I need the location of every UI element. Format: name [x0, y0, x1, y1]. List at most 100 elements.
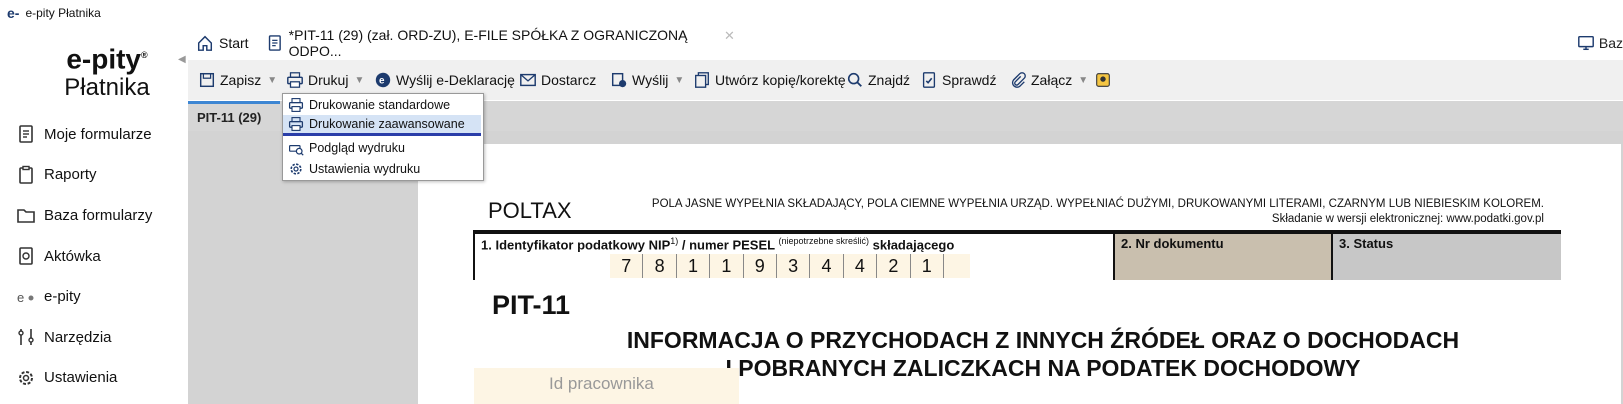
nip-digit: 4 [844, 254, 878, 278]
attach-button[interactable]: Załącz ▼ [1009, 60, 1088, 100]
assistant-icon [1096, 73, 1110, 87]
send-dropdown-icon[interactable]: ▼ [674, 75, 684, 86]
print-dropdown-menu: Drukowanie standardowe Drukowanie zaawan… [282, 93, 484, 181]
printer-icon [287, 72, 303, 88]
send-label: Wyślij [632, 72, 669, 88]
copy-icon [695, 72, 709, 88]
menu-item-label: Drukowanie standardowe [309, 97, 451, 112]
field-nip-pesel-label: 1. Identyfikator podatkowy NIP1) / numer… [481, 236, 955, 253]
tab-document-label: *PIT-11 (29) (zał. ORD-ZU), E-FILE SPÓŁK… [288, 27, 688, 59]
sidebar-item-label: Raporty [44, 166, 97, 184]
tab-database-label: Baz [1598, 35, 1623, 51]
document-tab-pit11[interactable]: PIT-11 (29) [188, 101, 280, 131]
tab-database[interactable]: Baz [1577, 26, 1623, 60]
print-label: Drukuj [308, 72, 349, 88]
paperclip-icon [1011, 72, 1026, 88]
nip-input[interactable]: 7 8 1 1 9 3 4 4 2 1 [610, 254, 970, 278]
sidebar-item-label: Baza formularzy [44, 206, 153, 224]
assistant-button[interactable] [1094, 60, 1116, 100]
sidebar-item-label: Aktówka [44, 247, 101, 265]
menu-item-label: Drukowanie zaawansowane [309, 117, 465, 131]
form-code: PIT-11 [492, 290, 571, 320]
sidebar-collapse-icon[interactable]: ◀ [178, 54, 186, 65]
nip-digit: 1 [677, 254, 711, 278]
find-button[interactable]: Znajdź [846, 60, 910, 100]
app-logo-icon: e- [7, 5, 20, 21]
nip-digit: 1 [911, 254, 944, 278]
form-notice-line2: Składanie w wersji elektronicznej: www.p… [1271, 213, 1544, 225]
sidebar-item-label: Ustawienia [44, 369, 118, 387]
sidebar-item-e-pity[interactable]: e e-pity [16, 276, 152, 317]
tab-document[interactable]: *PIT-11 (29) (zał. ORD-ZU), E-FILE SPÓŁK… [266, 26, 736, 60]
menu-item-advanced-print[interactable]: Drukowanie zaawansowane [283, 115, 481, 136]
menu-item-label: Podgląd wydruku [309, 140, 405, 155]
forms-icon [19, 125, 33, 144]
gear-icon [19, 370, 33, 385]
sidebar-item-moje-formularze[interactable]: Moje formularze [16, 114, 152, 155]
save-button[interactable]: Zapisz ▼ [198, 60, 277, 100]
send-icon [611, 72, 627, 88]
svg-text:e: e [379, 76, 385, 87]
document-tab-label: PIT-11 (29) [197, 110, 262, 125]
sidebar-item-ustawienia[interactable]: Ustawienia [16, 358, 152, 399]
tools-icon [18, 329, 34, 346]
search-icon [847, 72, 862, 87]
brand-registered: ® [141, 50, 148, 60]
copy-correction-label: Utwórz kopię/korektę [715, 72, 846, 88]
sidebar-nav: Moje formularze Raporty Baza formularzy … [16, 114, 152, 398]
menu-item-print-settings[interactable]: Ustawienia wydruku [283, 158, 481, 179]
check-label: Sprawdź [942, 72, 997, 88]
field-document-number-label: 2. Nr dokumentu [1121, 236, 1224, 251]
menu-item-label: Ustawienia wydruku [309, 161, 421, 176]
printer-icon [288, 97, 304, 112]
field-document-number: 2. Nr dokumentu [1113, 234, 1331, 280]
brand-logo: e-pity® Płatnika [52, 40, 162, 102]
copy-correction-button[interactable]: Utwórz kopię/korektę [693, 60, 846, 100]
sidebar-item-raporty[interactable]: Raporty [16, 155, 152, 196]
sidebar-item-label: Moje formularze [44, 125, 152, 143]
send-button[interactable]: Wyślij ▼ [610, 60, 684, 100]
poltax-label: POLTAX [488, 198, 572, 223]
save-label: Zapisz [220, 72, 262, 88]
print-preview-icon [289, 144, 304, 156]
briefcase-icon [19, 247, 33, 265]
attach-dropdown-icon[interactable]: ▼ [1078, 75, 1088, 86]
sidebar-item-aktowka[interactable]: Aktówka [16, 236, 152, 277]
nip-digit: 8 [643, 254, 677, 278]
sidebar-item-label: Narzędzia [44, 328, 112, 346]
nip-digit: 9 [744, 254, 777, 278]
field-status-label: 3. Status [1339, 236, 1394, 251]
form-heading-line1: INFORMACJA O PRZYCHODACH Z INNYCH ŹRÓDEŁ… [626, 327, 1460, 353]
employee-id-placeholder: Id pracownika [549, 374, 654, 393]
nip-digit: 1 [710, 254, 744, 278]
tab-close-icon[interactable]: ✕ [724, 28, 735, 44]
tab-bar: Start *PIT-11 (29) (zał. ORD-ZU), E-FILE… [188, 26, 1623, 60]
deliver-button[interactable]: Dostarcz [519, 60, 596, 100]
envelope-icon [520, 73, 536, 87]
form-page-top-margin [418, 131, 1623, 144]
e-declaration-icon: e [375, 72, 391, 88]
send-edeclaration-label: Wyślij e-Deklarację [396, 72, 515, 88]
tab-start-label: Start [219, 35, 249, 51]
window-title: e-pity Płatnika [25, 6, 101, 20]
epity-icon: e [17, 290, 34, 305]
sidebar-item-narzedzia[interactable]: Narzędzia [16, 317, 152, 358]
home-icon [197, 35, 213, 51]
printer-icon [288, 117, 304, 131]
svg-text:e: e [17, 290, 24, 305]
field-nip-pesel: 1. Identyfikator podatkowy NIP1) / numer… [475, 234, 1113, 280]
check-document-icon [922, 72, 936, 88]
check-button[interactable]: Sprawdź [920, 60, 996, 100]
folder-icon [17, 209, 35, 224]
menu-item-standard-print[interactable]: Drukowanie standardowe [283, 94, 481, 115]
employee-id-input[interactable]: Id pracownika [474, 368, 739, 404]
form-notice: POLA JASNE WYPEŁNIA SKŁADAJĄCY, POLA CIE… [652, 197, 1544, 227]
save-dropdown-icon[interactable]: ▼ [267, 75, 277, 86]
find-label: Znajdź [868, 72, 911, 88]
sidebar-item-baza-formularzy[interactable]: Baza formularzy [16, 195, 152, 236]
tab-start[interactable]: Start [196, 26, 249, 60]
menu-item-print-preview[interactable]: Podgląd wydruku [283, 137, 481, 158]
attach-label: Załącz [1031, 72, 1073, 88]
form-header-box: 1. Identyfikator podatkowy NIP1) / numer… [473, 230, 1561, 280]
print-dropdown-icon[interactable]: ▼ [354, 75, 364, 86]
